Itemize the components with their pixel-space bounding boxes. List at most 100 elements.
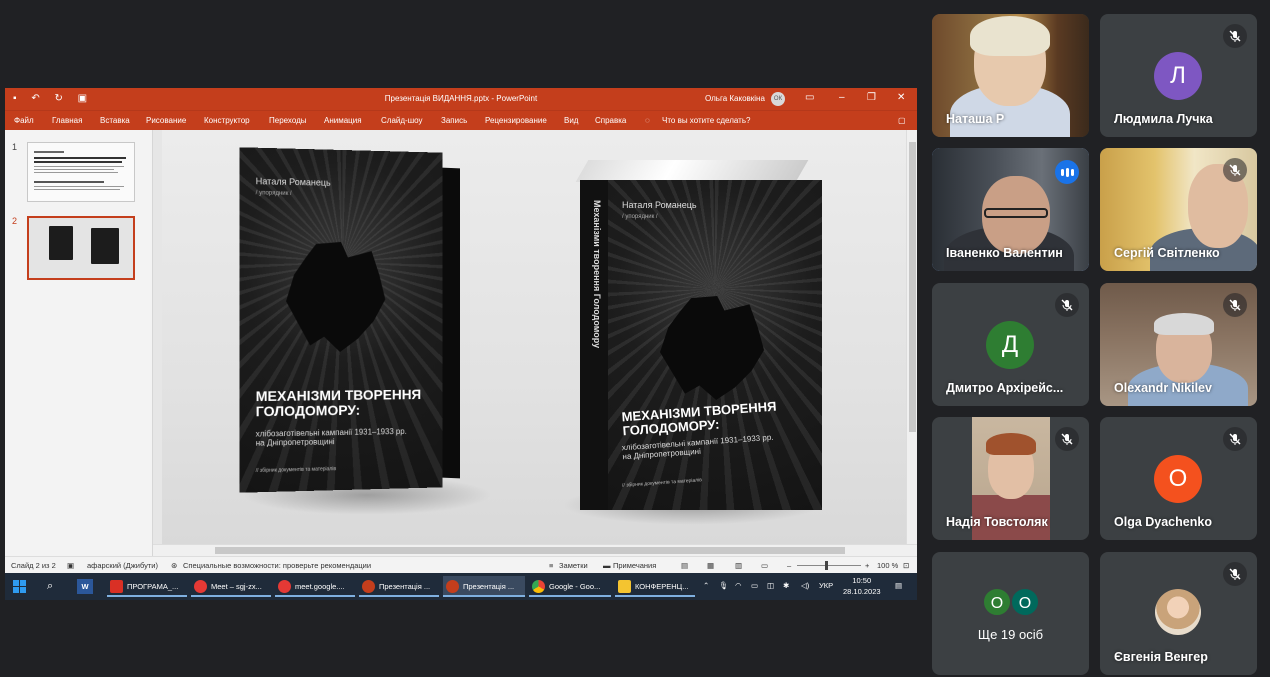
user-avatar[interactable]: ОК	[771, 92, 785, 106]
participant-tile-active-speaker[interactable]: Іваненко Валентин	[932, 148, 1089, 271]
language-status[interactable]: афарский (Джибути)	[87, 561, 158, 570]
zoom-level[interactable]: 100 %	[877, 561, 898, 570]
participant-hair	[970, 16, 1050, 56]
notes-icon[interactable]: ≡	[549, 561, 553, 570]
horizontal-scrollbar[interactable]	[153, 544, 917, 556]
speaking-indicator-icon	[1055, 160, 1079, 184]
book-subtitle: хлібозаготівельні кампанії 1931–1933 рр.…	[256, 427, 407, 448]
taskbar-app-chrome[interactable]: Google - Goo...	[529, 576, 611, 597]
fit-slide-icon[interactable]: ⊡	[903, 561, 909, 570]
taskbar-app-powerpoint[interactable]: Презентація ...	[359, 576, 439, 597]
notifications-icon[interactable]: ▤	[895, 581, 902, 590]
participant-hair	[1154, 313, 1214, 335]
participant-tile[interactable]: Наташа Р	[932, 14, 1089, 137]
mic-off-icon	[1223, 24, 1247, 48]
tab-file[interactable]: Файл	[14, 116, 34, 125]
tab-slideshow[interactable]: Слайд-шоу	[381, 116, 422, 125]
taskbar-app-powerpoint-active[interactable]: Презентація ...	[443, 576, 525, 597]
search-icon[interactable]: ⌕	[47, 579, 53, 594]
participant-tile[interactable]: O Olga Dyachenko	[1100, 417, 1257, 540]
shared-screen: ▪ ↶ ↻ ▣ Презентація ВИДАННЯ.pptx - Power…	[5, 88, 917, 600]
spellcheck-icon[interactable]: ▣	[67, 561, 74, 570]
participant-name: Іваненко Валентин	[946, 246, 1063, 260]
participant-tile[interactable]: Л Людмила Лучка	[1100, 14, 1257, 137]
taskbar-app-label: meet.google....	[295, 582, 345, 591]
restore-icon[interactable]: ❐	[867, 92, 876, 103]
accessibility-status[interactable]: Специальные возможности: проверьте реком…	[183, 561, 371, 570]
mic-off-icon	[1223, 158, 1247, 182]
slide-thumbnails-pane: 1 2	[5, 130, 153, 556]
tray-chevron-icon[interactable]: ⌃	[703, 581, 709, 590]
tab-animations[interactable]: Анимация	[324, 116, 362, 125]
comments-button[interactable]: Примечания	[613, 561, 656, 570]
slideshow-icon[interactable]: ▭	[761, 561, 768, 570]
opera-icon	[194, 580, 207, 593]
tab-view[interactable]: Вид	[564, 116, 578, 125]
windows-start-icon[interactable]	[13, 580, 26, 593]
ribbon-display-icon[interactable]: ▭	[805, 92, 814, 103]
taskbar-app-opera-meet[interactable]: Meet – sgj-zx...	[191, 576, 271, 597]
microphone-icon[interactable]: 🎙︎	[719, 581, 729, 590]
participant-name: Olga Dyachenko	[1114, 515, 1212, 529]
ppt-body: 1 2 Наталя Романець / упорядник / МЕХАНІ…	[5, 130, 917, 556]
notes-button[interactable]: Заметки	[559, 561, 588, 570]
participant-tile[interactable]: Olexandr Nikilev	[1100, 283, 1257, 406]
participant-tile[interactable]: Євгенія Венгер	[1100, 552, 1257, 675]
accessibility-icon[interactable]: ⊛	[171, 561, 177, 570]
zoom-out-icon[interactable]: –	[787, 561, 791, 570]
participant-tile[interactable]: Сергій Світленко	[1100, 148, 1257, 271]
participant-tile[interactable]: Д Дмитро Архірейс...	[932, 283, 1089, 406]
slide-counter: Слайд 2 из 2	[11, 561, 56, 570]
slide-number: 1	[12, 142, 17, 152]
word-icon[interactable]: W	[77, 579, 93, 594]
user-name[interactable]: Ольга Каковкіна	[705, 94, 765, 103]
comments-status-icon[interactable]: ▬	[603, 561, 611, 570]
slide-canvas[interactable]: Наталя Романець / упорядник / МЕХАНІЗМИ …	[162, 130, 906, 544]
normal-view-icon[interactable]: ▤	[681, 561, 688, 570]
book-cover-front: Наталя Романець / упорядник / МЕХАНІЗМИ …	[239, 147, 442, 492]
minimize-icon[interactable]: –	[839, 92, 845, 103]
zoom-slider[interactable]	[797, 565, 861, 566]
vertical-scrollbar[interactable]	[906, 130, 917, 544]
taskbar-app-folder[interactable]: КОНФЕРЕНЦ...	[615, 576, 695, 597]
taskbar-app-opera-meet-2[interactable]: meet.google....	[275, 576, 355, 597]
slide-sorter-icon[interactable]: ▦	[707, 561, 714, 570]
more-participants-tile[interactable]: O O Ще 19 осіб	[932, 552, 1089, 675]
participant-name: Євгенія Венгер	[1114, 650, 1208, 664]
wifi-icon[interactable]: ◠	[735, 581, 742, 590]
tell-me-search[interactable]: Что вы хотите сделать?	[662, 116, 750, 125]
book-spine-edge	[442, 168, 460, 479]
tab-insert[interactable]: Вставка	[100, 116, 130, 125]
volume-icon[interactable]: ◁)	[801, 581, 809, 590]
slide-thumbnail-1[interactable]	[27, 142, 135, 202]
network-icon[interactable]: ◫	[767, 581, 774, 590]
tab-design[interactable]: Конструктор	[204, 116, 250, 125]
tab-review[interactable]: Рецензирование	[485, 116, 547, 125]
book-title-line: ГОЛОДОМОРУ:	[256, 402, 422, 419]
close-icon[interactable]: ✕	[897, 92, 905, 103]
taskbar-app-pdf[interactable]: ПРОГРАМА_...	[107, 576, 187, 597]
book-cover-front-2: Наталя Романець / упорядник / МЕХАНІЗМИ …	[608, 180, 822, 510]
participant-tile[interactable]: Надія Товстоляк	[932, 417, 1089, 540]
taskbar-clock[interactable]: 10:50 28.10.2023	[843, 575, 881, 597]
comments-icon[interactable]: ▢	[898, 116, 906, 125]
tab-draw[interactable]: Рисование	[146, 116, 186, 125]
taskbar-app-label: Презентація ...	[463, 582, 514, 591]
slide-thumbnail-2[interactable]	[27, 216, 135, 280]
lightbulb-icon: ◌	[645, 116, 650, 125]
zoom-slider-knob[interactable]	[825, 561, 828, 570]
tab-home[interactable]: Главная	[52, 116, 82, 125]
taskbar-app-label: Презентація ...	[379, 582, 430, 591]
participant-name: Людмила Лучка	[1114, 112, 1213, 126]
settings-icon[interactable]: ✱	[783, 581, 789, 590]
tab-transitions[interactable]: Переходы	[269, 116, 307, 125]
zoom-in-icon[interactable]: +	[865, 561, 869, 570]
taskbar-app-label: Meet – sgj-zx...	[211, 582, 262, 591]
tab-help[interactable]: Справка	[595, 116, 626, 125]
reading-view-icon[interactable]: ▥	[735, 561, 742, 570]
tab-record[interactable]: Запись	[441, 116, 467, 125]
battery-icon[interactable]: ▭	[751, 581, 758, 590]
participant-name: Сергій Світленко	[1114, 246, 1220, 260]
participant-avatar: O	[1010, 587, 1040, 617]
keyboard-language[interactable]: УКР	[819, 581, 833, 590]
